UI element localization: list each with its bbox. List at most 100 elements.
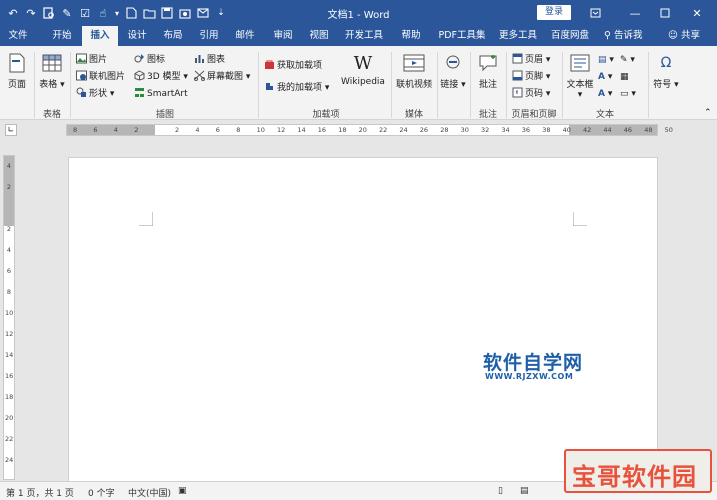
tab-design[interactable]: 设计	[122, 26, 152, 46]
tab-mailings[interactable]: 邮件	[230, 26, 260, 46]
online-video-button[interactable]: 联机视频	[394, 52, 434, 90]
ruler-tick: 6	[93, 126, 98, 134]
vruler-tick: 24	[5, 456, 14, 464]
page-number-label: 页码	[525, 89, 544, 99]
tab-developer[interactable]: 开发工具	[342, 26, 386, 46]
chart-button[interactable]: 图表	[194, 53, 225, 68]
tab-help[interactable]: 帮助	[396, 26, 426, 46]
share-button[interactable]: ☺ 共享	[668, 26, 700, 46]
ruler-tick: 34	[501, 126, 510, 134]
maximize-icon[interactable]	[654, 3, 676, 23]
vruler-tick: 10	[5, 309, 14, 317]
shapes-label: 形状	[89, 89, 108, 99]
tell-me-label: 告诉我	[614, 30, 643, 41]
collapse-ribbon-icon[interactable]: ⌃	[704, 106, 712, 121]
footer-label: 页脚	[525, 72, 544, 82]
page-number-button[interactable]: 页码 ▾	[512, 87, 550, 102]
signature-icon: ✎	[620, 55, 628, 65]
tab-references[interactable]: 引用	[194, 26, 224, 46]
symbols-button[interactable]: Ω 符号 ▾	[652, 52, 680, 90]
language-indicator[interactable]: 中文(中国)	[128, 486, 171, 499]
tab-more-tools[interactable]: 更多工具	[496, 26, 540, 46]
shapes-icon	[76, 87, 87, 98]
vruler-tick: 20	[5, 414, 14, 422]
my-addins-label: 我的加载项	[277, 83, 323, 93]
link-icon	[442, 52, 464, 74]
screenshot-button[interactable]: 屏幕截图 ▾	[194, 70, 250, 85]
my-addins-button[interactable]: 我的加载项 ▾	[264, 81, 329, 96]
ruler-tick: 44	[603, 126, 612, 134]
group-separator	[70, 52, 71, 118]
tab-layout[interactable]: 布局	[158, 26, 188, 46]
object-button[interactable]: ▭ ▾	[620, 87, 636, 102]
word-count[interactable]: 0 个字	[88, 486, 115, 499]
ribbon-display-icon[interactable]	[584, 3, 606, 23]
signature-line-button[interactable]: ✎ ▾	[620, 53, 635, 68]
smartart-button[interactable]: SmartArt	[134, 87, 188, 102]
ruler-tick: 36	[521, 126, 531, 134]
picture-button[interactable]: 图片	[76, 53, 107, 68]
page-count[interactable]: 第 1 页，共 1 页	[6, 486, 74, 499]
accessibility-icon[interactable]: ▣	[178, 486, 187, 496]
tab-review[interactable]: 审阅	[268, 26, 298, 46]
tab-view[interactable]: 视图	[304, 26, 334, 46]
icons-button[interactable]: 图标	[134, 53, 165, 68]
crop-mark-top-right	[573, 212, 587, 226]
tab-file[interactable]: 文件	[4, 26, 32, 46]
wikipedia-button[interactable]: W Wikipedia	[338, 52, 388, 88]
header-button[interactable]: 页眉 ▾	[512, 53, 550, 68]
drop-cap-button[interactable]: A ▾	[598, 87, 612, 102]
close-icon[interactable]: ✕	[686, 3, 708, 23]
ruler-tick: 22	[379, 126, 388, 134]
vruler-tick: 22	[5, 435, 14, 443]
minimize-icon[interactable]: —	[624, 3, 646, 23]
print-layout-icon[interactable]: ▤	[520, 486, 529, 496]
ruler-tick: 26	[419, 126, 429, 134]
tab-pdf-tools[interactable]: PDF工具集	[434, 26, 490, 46]
vertical-ruler[interactable]: 4 2 2 4 6 8 10 12 14 16 18 20 22 24	[3, 155, 15, 480]
picture-label: 图片	[89, 55, 108, 65]
group-separator	[34, 52, 35, 118]
tab-selector[interactable]: ∟	[5, 124, 17, 136]
document-page[interactable]: 软件自学网 WWW.RJZXW.COM	[68, 157, 658, 481]
group-separator	[648, 52, 649, 118]
tab-home[interactable]: 开始	[46, 26, 78, 46]
online-video-label: 联机视频	[395, 80, 432, 90]
ruler-tick: 12	[277, 126, 286, 134]
online-picture-button[interactable]: 联机图片	[76, 70, 125, 85]
read-mode-icon[interactable]: ▯	[498, 486, 503, 496]
3d-model-button[interactable]: 3D 模型 ▾	[134, 70, 188, 85]
icons-label: 图标	[147, 55, 166, 65]
date-time-button[interactable]: ▦	[620, 70, 629, 85]
document-canvas[interactable]: 软件自学网 WWW.RJZXW.COM	[18, 139, 717, 481]
store-icon	[264, 59, 275, 70]
3d-model-label: 3D 模型	[147, 72, 181, 82]
wordart-button[interactable]: A ▾	[598, 70, 612, 85]
smartart-label: SmartArt	[147, 89, 188, 99]
ruler-tick: 24	[399, 126, 408, 134]
quick-parts-button[interactable]: ▤ ▾	[598, 53, 614, 68]
new-comment-button[interactable]: 批注	[474, 52, 502, 90]
online-picture-icon	[76, 70, 87, 81]
table-button[interactable]: 表格 ▾	[38, 52, 66, 90]
ruler-tick: 46	[623, 126, 633, 134]
group-separator	[562, 52, 563, 118]
pages-button[interactable]: 页面	[4, 52, 30, 90]
tell-me-box[interactable]: ⚲ 告诉我	[604, 26, 643, 46]
ruler-tick: 42	[583, 126, 592, 134]
tab-baidu-netdisk[interactable]: 百度网盘	[548, 26, 592, 46]
shapes-button[interactable]: 形状 ▾	[76, 87, 114, 102]
get-addins-button[interactable]: 获取加载项	[264, 59, 322, 74]
horizontal-ruler[interactable]: 8 6 4 2 2 4 6 8 10 12 14 16 18 20 22 24 26 28 30 32 34 36 38 40…	[66, 124, 673, 136]
links-button[interactable]: 链接 ▾	[440, 52, 466, 90]
tab-insert[interactable]: 插入	[82, 26, 118, 46]
textbox-button[interactable]: 文本框 ▾	[565, 52, 595, 100]
ruler-tick: 40	[562, 126, 571, 134]
login-button[interactable]: 登录	[537, 5, 571, 20]
ruler-tick: 6	[215, 126, 220, 134]
group-separator	[391, 52, 392, 118]
footer-button[interactable]: 页脚 ▾	[512, 70, 550, 85]
screenshot-label: 屏幕截图	[207, 72, 244, 82]
vruler-tick: 14	[5, 351, 14, 359]
wikipedia-icon: W	[353, 52, 373, 74]
